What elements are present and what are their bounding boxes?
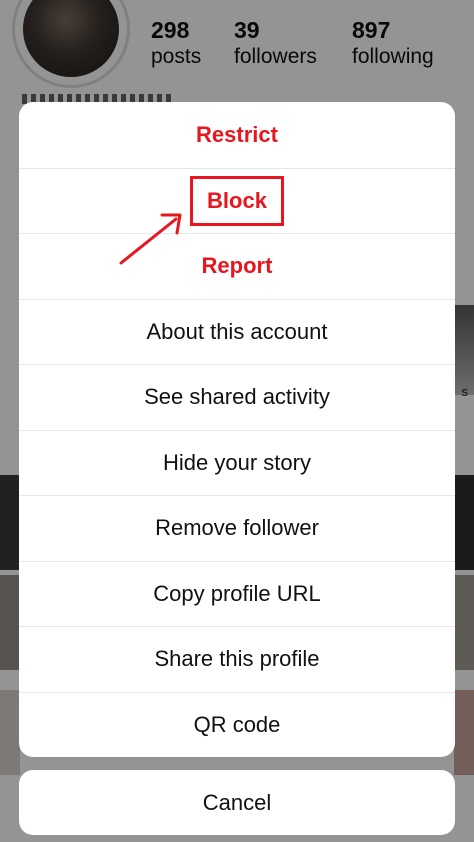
about-account-label: About this account bbox=[146, 318, 328, 344]
block-highlight-box: Block bbox=[190, 175, 284, 226]
report-button[interactable]: Report bbox=[19, 233, 455, 299]
hide-story-button[interactable]: Hide your story bbox=[19, 429, 455, 496]
share-profile-button[interactable]: Share this profile bbox=[19, 626, 455, 692]
shared-activity-label: See shared activity bbox=[144, 384, 330, 410]
about-account-button[interactable]: About this account bbox=[19, 298, 455, 365]
copy-url-label: Copy profile URL bbox=[153, 580, 321, 606]
restrict-button[interactable]: Restrict bbox=[19, 102, 455, 168]
action-sheet: Restrict Block Report About this account… bbox=[19, 102, 455, 757]
cancel-button[interactable]: Cancel bbox=[19, 770, 455, 835]
copy-url-button[interactable]: Copy profile URL bbox=[19, 560, 455, 627]
cancel-label: Cancel bbox=[202, 789, 272, 815]
qr-code-label: QR code bbox=[193, 711, 281, 737]
remove-follower-label: Remove follower bbox=[155, 515, 319, 541]
share-profile-label: Share this profile bbox=[154, 646, 320, 672]
restrict-label: Restrict bbox=[196, 121, 278, 147]
block-label: Block bbox=[207, 187, 267, 213]
remove-follower-button[interactable]: Remove follower bbox=[19, 495, 455, 561]
hide-story-label: Hide your story bbox=[163, 449, 311, 475]
qr-code-button[interactable]: QR code bbox=[19, 691, 455, 758]
report-label: Report bbox=[201, 253, 273, 279]
block-button[interactable]: Block bbox=[19, 167, 455, 234]
shared-activity-button[interactable]: See shared activity bbox=[19, 364, 455, 430]
